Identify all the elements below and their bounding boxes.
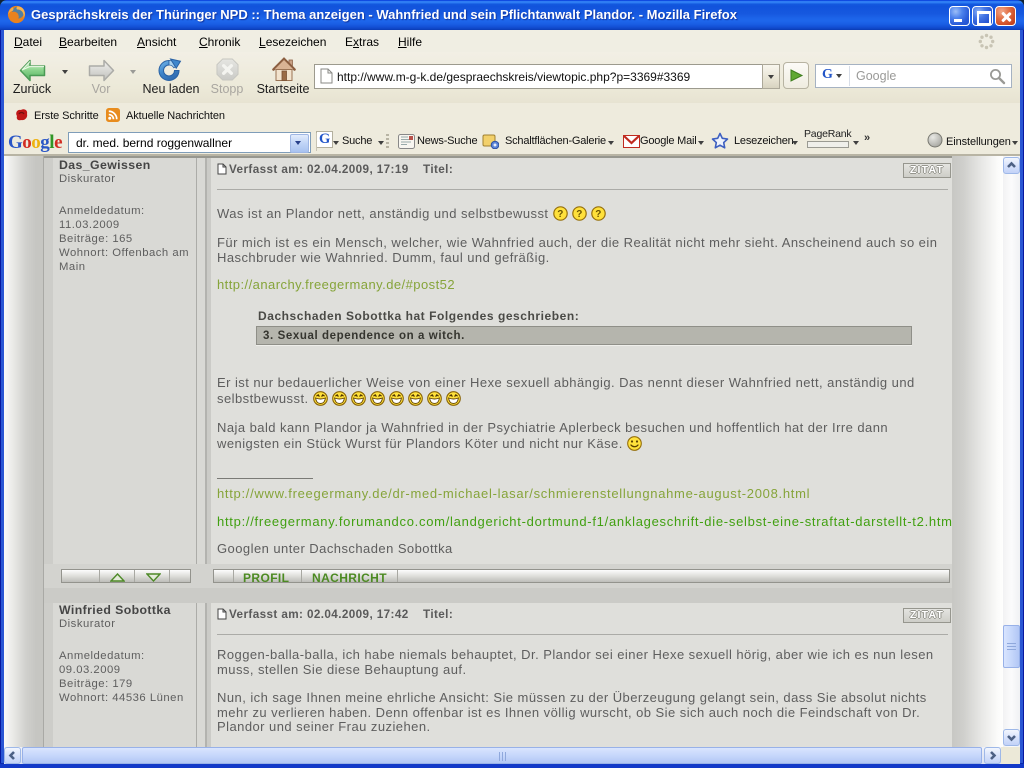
svg-text:?: ? — [557, 209, 564, 220]
svg-text:?: ? — [576, 209, 583, 220]
svg-text:?: ? — [595, 209, 602, 220]
